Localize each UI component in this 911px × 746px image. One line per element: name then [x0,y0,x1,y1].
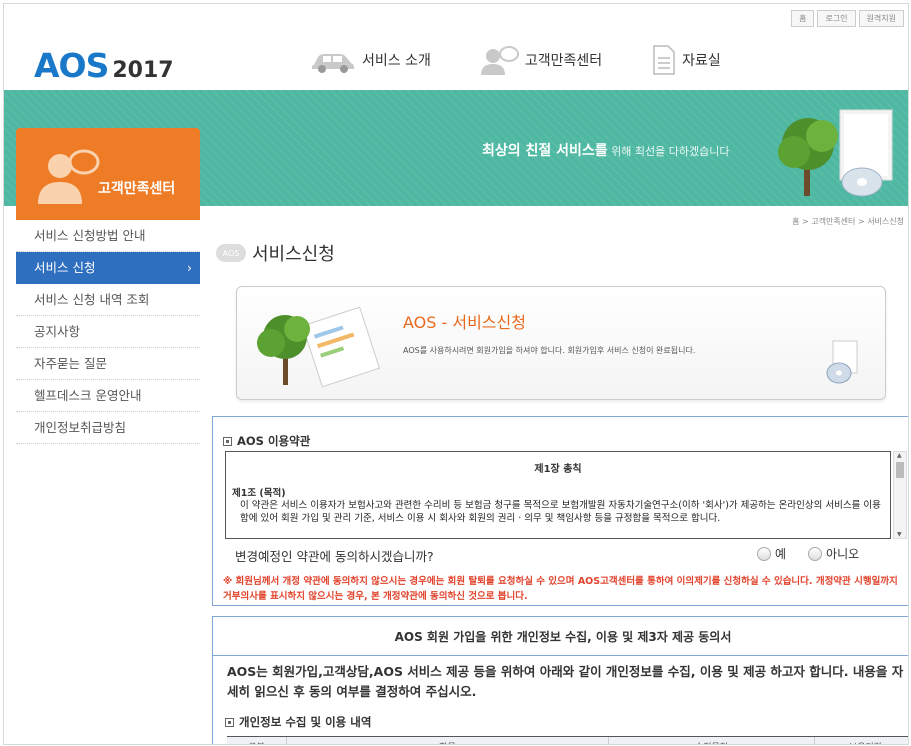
terms-textarea[interactable]: 제1장 총칙 제1조 (목적) 이 약관은 서비스 이용자가 보험사고와 관련한… [225,451,891,539]
sidebar-item-service-apply[interactable]: 서비스 신청 [16,252,200,284]
scroll-up-icon[interactable]: ▲ [897,452,902,459]
person-bubble-icon [480,46,519,75]
login-link[interactable]: 로그인 [817,10,856,27]
sidebar-item-helpdesk[interactable]: 헬프데스크 운영안내 [16,380,200,412]
privacy-sub-heading: 개인정보 수집 및 이용 내역 [225,714,371,730]
privacy-table-header: 구분 항목 수집목적 보유기간 [227,736,908,744]
utility-links: 홈 로그인 원격지원 [788,10,904,27]
col-items: 항목 [287,737,609,744]
scroll-down-icon[interactable]: ▼ [897,531,902,538]
sidebar-item-notice[interactable]: 공지사항 [16,316,200,348]
terms-warning: ※ 회원님께서 개정 약관에 동의하지 않으시는 경우에는 회원 탈퇴를 요청하… [223,576,898,602]
banner-slogan: 최상의 친절 서비스를 위해 최선을 다하겠습니다 [482,140,729,160]
terms-scrollbar[interactable]: ▲ ▼ [893,451,907,539]
intro-card: AOS - 서비스신청 AOS를 사용하시려면 회원가입을 하셔야 합니다. 회… [236,286,886,400]
page-title-text: 서비스신청 [252,244,335,265]
agree-yes-radio[interactable]: 예 [757,545,786,562]
aos-badge: AOS [216,244,246,262]
nav-resources[interactable]: 자료실 [652,40,721,80]
agree-radio-group: 예 아니오 [757,545,859,562]
page-title: AOS 서비스신청 [216,240,335,266]
global-nav: 서비스 소개 고객만족센터 자료실 [310,40,771,80]
document-icon [653,45,675,75]
terms-chapter: 제1장 총칙 [534,464,582,475]
logo[interactable]: AOS 2017 [34,46,174,85]
privacy-section: AOS는 회원가입,고객상담,AOS 서비스 제공 등을 위하여 아래와 같이 … [212,656,908,744]
terms-heading-text: AOS 이용약관 [237,434,311,448]
radio-circle[interactable] [808,546,823,561]
nav-label: 서비스 소개 [362,53,431,69]
nav-label: 자료실 [682,53,721,69]
col-purpose: 수집목적 [609,737,815,744]
breadcrumb: 홈 > 고객만족센터 > 서비스신청 [792,217,904,226]
radio-label-yes: 예 [775,547,787,561]
customer-center-icon [38,149,100,204]
cd-icon [826,340,858,384]
slogan-bold: 최상의 친절 서비스를 [482,143,608,159]
logo-year: 2017 [112,58,174,83]
col-category: 구분 [227,737,287,744]
home-link[interactable]: 홈 [791,10,815,27]
slogan-rest: 위해 최선을 다하겠습니다 [607,145,730,158]
car-icon [312,54,354,73]
sidebar-title: 고객만족센터 [98,181,176,197]
intro-text: AOS를 사용하시려면 회원가입을 하셔야 합니다. 회원가입후 서비스 신청이… [403,346,696,355]
bullet-icon [223,437,232,446]
privacy-title-bar: AOS 회원 가입을 위한 개인정보 수집, 이용 및 제3자 제공 동의서 [212,616,908,656]
nav-label: 고객만족센터 [524,53,603,69]
sidebar-nav: 서비스 신청방법 안내 서비스 신청 서비스 신청 내역 조회 공지사항 자주묻… [16,220,200,444]
terms-body: 이 약관은 서비스 이용자가 보험사고와 관련한 수리비 등 보험금 청구를 목… [240,500,881,524]
nav-service-intro[interactable]: 서비스 소개 [310,40,431,80]
remote-support-link[interactable]: 원격지원 [858,10,904,27]
intro-heading: AOS - 서비스신청 [403,313,526,332]
sidebar-header: 고객만족센터 [16,128,200,220]
sidebar-item-privacy-policy[interactable]: 개인정보취급방침 [16,412,200,444]
terms-article: 제1조 (목적) [232,488,286,499]
page-frame: 홈 로그인 원격지원 AOS 2017 서비스 소개 고객만족센터 자료실 최상… [3,3,909,745]
sidebar-item-faq[interactable]: 자주묻는 질문 [16,348,200,380]
radio-label-no: 아니오 [826,547,860,561]
logo-name: AOS [34,46,109,85]
col-retention: 보유기간 [815,737,908,744]
nav-customer-center[interactable]: 고객만족센터 [480,40,603,80]
privacy-sub-heading-text: 개인정보 수집 및 이용 내역 [239,715,372,729]
privacy-intro: AOS는 회원가입,고객상담,AOS 서비스 제공 등을 위하여 아래와 같이 … [227,664,904,699]
tree-cd-illustration [778,109,893,197]
sidebar-item-apply-history[interactable]: 서비스 신청 내역 조회 [16,284,200,316]
sidebar-item-service-guide[interactable]: 서비스 신청방법 안내 [16,220,200,252]
radio-circle[interactable] [757,546,771,561]
privacy-title: AOS 회원 가입을 위한 개인정보 수집, 이용 및 제3자 제공 동의서 [394,629,732,644]
bullet-icon [225,718,234,727]
agree-no-radio[interactable]: 아니오 [808,545,859,562]
terms-heading: AOS 이용약관 [223,433,310,449]
tree-document-illustration [257,306,381,388]
terms-agree-question: 변경예정인 약관에 동의하시겠습니까? [235,549,434,564]
scroll-thumb[interactable] [896,462,904,478]
terms-section: AOS 이용약관 제1장 총칙 제1조 (목적) 이 약관은 서비스 이용자가 … [212,416,908,606]
